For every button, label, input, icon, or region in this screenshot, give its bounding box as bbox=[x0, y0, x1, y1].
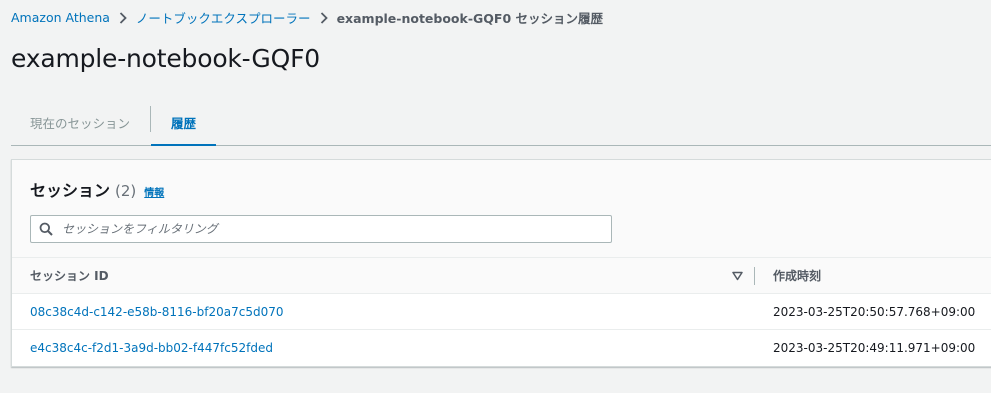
table-body: 08c38c4d-c142-e58b-8116-bf20a7c5d070 202… bbox=[12, 294, 991, 366]
session-count: (2) bbox=[115, 182, 137, 200]
table-header: セッション ID 作成時刻 bbox=[12, 258, 991, 294]
table-row: e4c38c4c-f2d1-3a9d-bb02-f447fc52fded 202… bbox=[12, 330, 991, 366]
session-filter-input[interactable] bbox=[62, 222, 582, 236]
info-link[interactable]: 情報 bbox=[144, 184, 164, 199]
tab-bar: 現在のセッション 履歴 bbox=[11, 100, 991, 146]
table-row: 08c38c4d-c142-e58b-8116-bf20a7c5d070 202… bbox=[12, 294, 991, 330]
page-title: example-notebook-GQF0 bbox=[11, 44, 320, 73]
panel-header: セッション (2) 情報 bbox=[12, 160, 991, 258]
panel-title: セッション (2) 情報 bbox=[30, 177, 164, 201]
created-time: 2023-03-25T20:50:57.768+09:00 bbox=[773, 304, 976, 319]
column-header-created-time[interactable]: 作成時刻 bbox=[773, 267, 821, 284]
breadcrumb: Amazon Athena ノートブックエクスプローラー example-not… bbox=[11, 8, 603, 27]
column-header-session-id[interactable]: セッション ID bbox=[30, 267, 109, 284]
session-id-link[interactable]: 08c38c4d-c142-e58b-8116-bf20a7c5d070 bbox=[30, 305, 283, 319]
sort-down-icon[interactable] bbox=[732, 271, 743, 281]
search-icon bbox=[39, 222, 53, 236]
breadcrumb-notebook-explorer[interactable]: ノートブックエクスプローラー bbox=[136, 8, 311, 27]
session-id-link[interactable]: e4c38c4c-f2d1-3a9d-bb02-f447fc52fded bbox=[30, 341, 273, 355]
created-time: 2023-03-25T20:49:11.971+09:00 bbox=[773, 341, 976, 355]
breadcrumb-amazon-athena[interactable]: Amazon Athena bbox=[11, 10, 110, 25]
chevron-right-icon bbox=[119, 11, 127, 24]
tab-history[interactable]: 履歴 bbox=[151, 100, 217, 146]
breadcrumb-current: example-notebook-GQF0 セッション履歴 bbox=[336, 11, 603, 26]
chevron-right-icon bbox=[320, 11, 328, 24]
column-resize-handle[interactable] bbox=[754, 267, 755, 285]
tab-current-sessions[interactable]: 現在のセッション bbox=[11, 100, 150, 145]
sessions-panel: セッション (2) 情報 セッション ID 作成時刻 08c38c4d-c142… bbox=[11, 159, 991, 367]
panel-title-text: セッション bbox=[30, 181, 111, 200]
session-filter[interactable] bbox=[30, 215, 612, 243]
